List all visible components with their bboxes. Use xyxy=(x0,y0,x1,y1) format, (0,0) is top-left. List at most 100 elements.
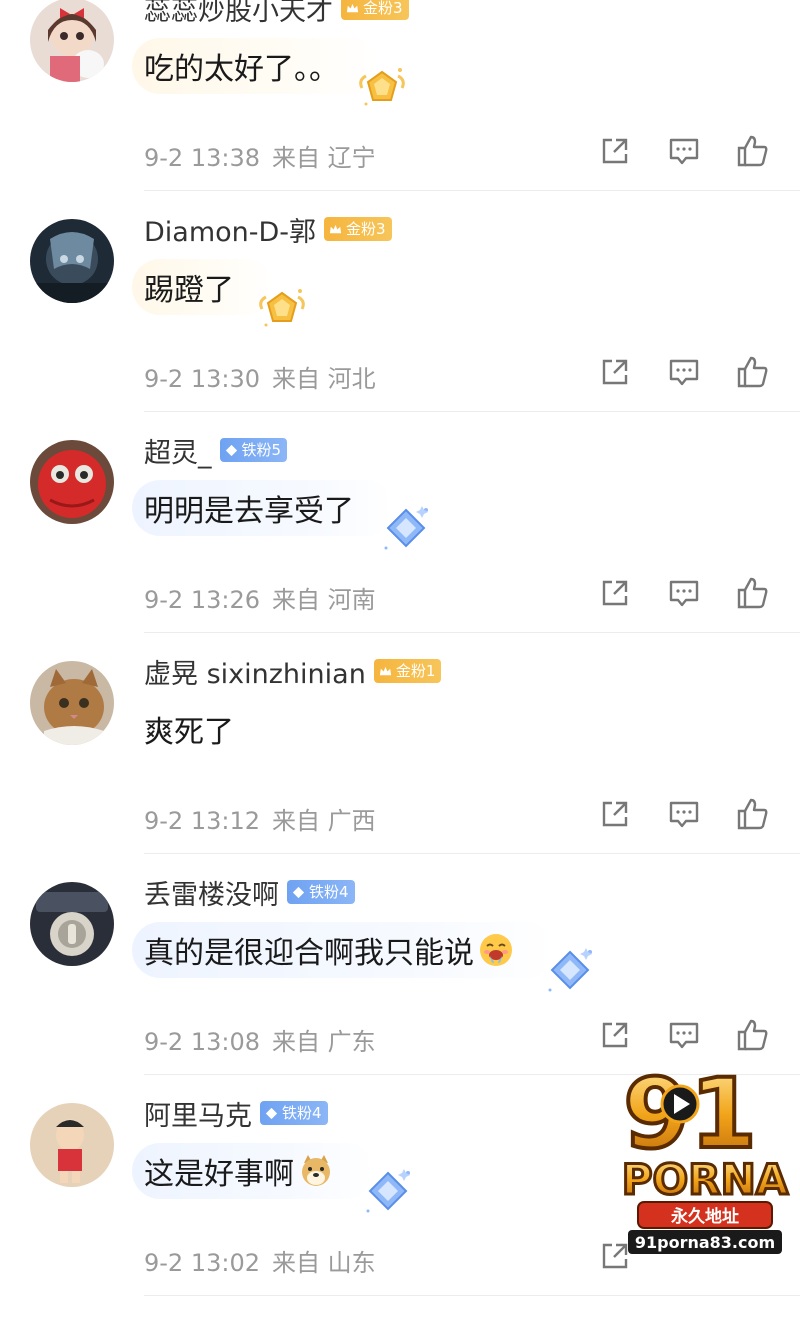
location: 来自 河北 xyxy=(272,365,376,393)
comment-meta: 9-2 13:12 来自 广西 xyxy=(144,801,376,836)
username[interactable]: 阿里马克 xyxy=(144,1094,252,1133)
comment-meta: 9-2 13:38 来自 辽宁 xyxy=(144,138,376,173)
avatar[interactable] xyxy=(30,0,114,82)
divider xyxy=(144,1295,800,1296)
comment-bubble[interactable]: 真的是很迎合啊我只能说 xyxy=(132,922,554,978)
crown-icon xyxy=(329,224,342,233)
share-button[interactable] xyxy=(598,576,632,610)
timestamp: 9-2 13:02 xyxy=(144,1249,260,1277)
timestamp: 9-2 13:26 xyxy=(144,586,260,614)
comment-meta: 9-2 13:26 来自 河南 xyxy=(144,580,376,615)
share-icon xyxy=(602,1022,628,1048)
blue-gem-icon xyxy=(548,948,592,992)
gold-gem-icon xyxy=(259,289,305,327)
share-icon xyxy=(602,801,628,827)
username-row: Diamon-D-郭 金粉3 xyxy=(144,209,392,249)
share-icon xyxy=(602,138,628,164)
badge-label: 金粉1 xyxy=(395,662,436,680)
avatar[interactable] xyxy=(30,882,114,966)
reply-button[interactable] xyxy=(667,355,701,389)
share-button[interactable] xyxy=(598,134,632,168)
reply-button[interactable] xyxy=(667,1018,701,1052)
avatar[interactable] xyxy=(30,1103,114,1187)
share-icon xyxy=(602,580,628,606)
avatar[interactable] xyxy=(30,661,114,745)
username[interactable]: 蕊蕊炒股小天才 xyxy=(144,0,333,28)
thumbs-up-icon xyxy=(737,798,768,830)
reply-button[interactable] xyxy=(667,576,701,610)
blue-gem-icon xyxy=(384,506,428,550)
location: 来自 河南 xyxy=(272,586,376,614)
logo-url: 91porna83.com xyxy=(635,1233,775,1252)
fan-badge: 金粉3 xyxy=(341,0,409,20)
like-button[interactable] xyxy=(736,1018,770,1052)
username[interactable]: 虚晃 sixinzhinian xyxy=(144,652,366,691)
like-button[interactable] xyxy=(736,576,770,610)
fan-badge: 铁粉5 xyxy=(219,438,288,462)
location: 来自 广东 xyxy=(272,1028,376,1056)
like-button[interactable] xyxy=(736,355,770,389)
avatar[interactable] xyxy=(30,219,114,303)
diamond-icon xyxy=(265,1107,278,1119)
thumbs-up-icon xyxy=(737,577,768,609)
location: 来自 辽宁 xyxy=(272,144,376,172)
comment-icon xyxy=(669,580,699,607)
divider xyxy=(144,632,800,633)
comment-meta: 9-2 13:02 来自 山东 xyxy=(144,1243,376,1278)
fan-badge: 金粉3 xyxy=(324,217,392,241)
comment-icon xyxy=(669,801,699,828)
badge-label: 金粉3 xyxy=(363,0,403,17)
thumbs-up-icon xyxy=(737,356,768,388)
thumbs-up-icon xyxy=(737,1019,768,1051)
share-button[interactable] xyxy=(598,355,632,389)
divider xyxy=(144,190,800,191)
share-button[interactable] xyxy=(598,1018,632,1052)
comment-item: Diamon-D-郭 金粉3 踢蹬了 9-2 13:30 来自 河北 xyxy=(0,217,800,441)
username-row: 丢雷楼没啊 铁粉4 xyxy=(144,872,355,912)
logo-brand: PORNA xyxy=(622,1155,789,1204)
fan-badge: 铁粉4 xyxy=(287,880,355,904)
like-button[interactable] xyxy=(736,134,770,168)
badge-label: 铁粉4 xyxy=(309,883,349,901)
share-button[interactable] xyxy=(598,797,632,831)
comment-bubble[interactable]: 吃的太好了。。 xyxy=(132,38,379,94)
fan-badge: 金粉1 xyxy=(373,659,442,683)
comment-item: 虚晃 sixinzhinian 金粉1 爽死了 9-2 13:12 来自 广西 xyxy=(0,659,800,883)
timestamp: 9-2 13:08 xyxy=(144,1028,260,1056)
divider xyxy=(144,411,800,412)
username[interactable]: 丢雷楼没啊 xyxy=(144,873,279,912)
location: 来自 广西 xyxy=(272,807,376,835)
comment-meta: 9-2 13:30 来自 河北 xyxy=(144,359,376,394)
comment-text: 真的是很迎合啊我只能说 xyxy=(144,936,474,971)
doge-emoji xyxy=(302,1155,330,1186)
diamond-icon xyxy=(292,886,305,898)
diamond-icon xyxy=(225,444,237,456)
fan-badge: 铁粉4 xyxy=(260,1101,328,1125)
crown-icon xyxy=(346,3,359,12)
comment-bubble[interactable]: 爽死了 xyxy=(132,701,274,757)
watermark-logo: 91 PORNA 永久地址 91porna83.com xyxy=(620,1056,790,1254)
divider xyxy=(144,853,800,854)
comment-text: 爽死了 xyxy=(144,715,234,750)
comment-icon xyxy=(669,1022,699,1049)
comment-text: 踢蹬了 xyxy=(144,273,234,308)
comment-text: 吃的太好了。。 xyxy=(144,52,339,87)
comment-text: 这是好事啊 xyxy=(144,1157,294,1192)
comment-bubble[interactable]: 这是好事啊 xyxy=(132,1143,374,1199)
username[interactable]: 超灵_ xyxy=(144,431,212,470)
drooling-face-emoji xyxy=(480,934,512,966)
comment-icon xyxy=(669,138,699,165)
avatar[interactable] xyxy=(30,440,114,524)
comment-bubble[interactable]: 明明是去享受了 xyxy=(132,480,394,536)
crown-icon xyxy=(379,666,391,675)
comment-item: 超灵_ 铁粉5 明明是去享受了 9-2 13:26 来自 河南 xyxy=(0,438,800,662)
share-icon xyxy=(602,359,628,385)
badge-label: 铁粉4 xyxy=(282,1104,322,1122)
like-button[interactable] xyxy=(736,797,770,831)
reply-button[interactable] xyxy=(667,134,701,168)
location: 来自 山东 xyxy=(272,1249,376,1277)
timestamp: 9-2 13:12 xyxy=(144,807,260,835)
badge-label: 铁粉5 xyxy=(241,441,282,459)
username[interactable]: Diamon-D-郭 xyxy=(144,210,316,249)
reply-button[interactable] xyxy=(667,797,701,831)
